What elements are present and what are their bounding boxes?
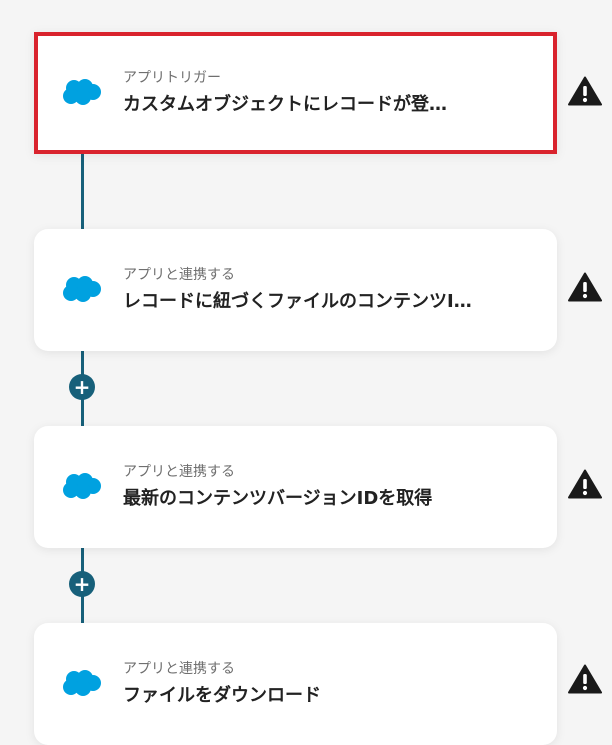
step-type-label: アプリと連携する <box>123 267 235 283</box>
step-title: 最新のコンテンツバージョンIDを取得 <box>123 488 433 509</box>
warning-icon[interactable] <box>568 469 602 499</box>
salesforce-cloud-icon <box>63 79 101 105</box>
step-title: レコードに紐づくファイルのコンテンツI… <box>123 291 472 312</box>
step-type-label: アプリトリガー <box>123 70 221 86</box>
warning-icon[interactable] <box>568 272 602 302</box>
salesforce-cloud-icon <box>63 473 101 499</box>
warning-icon[interactable] <box>568 664 602 694</box>
warning-icon[interactable] <box>568 76 602 106</box>
step-type-label: アプリと連携する <box>123 464 235 480</box>
flow-step-action[interactable]: アプリと連携する ファイルをダウンロード <box>34 623 557 745</box>
flow-step-trigger[interactable]: アプリトリガー カスタムオブジェクトにレコードが登… <box>34 32 557 154</box>
salesforce-cloud-icon <box>63 670 101 696</box>
flow-step-action[interactable]: アプリと連携する 最新のコンテンツバージョンIDを取得 <box>34 426 557 548</box>
step-type-label: アプリと連携する <box>123 661 235 677</box>
flow-step-action[interactable]: アプリと連携する レコードに紐づくファイルのコンテンツI… <box>34 229 557 351</box>
step-title: カスタムオブジェクトにレコードが登… <box>123 94 447 115</box>
add-step-button[interactable]: + <box>69 374 95 400</box>
add-step-button[interactable]: + <box>69 571 95 597</box>
step-title: ファイルをダウンロード <box>123 685 321 706</box>
salesforce-cloud-icon <box>63 276 101 302</box>
flow-connector <box>81 154 84 230</box>
